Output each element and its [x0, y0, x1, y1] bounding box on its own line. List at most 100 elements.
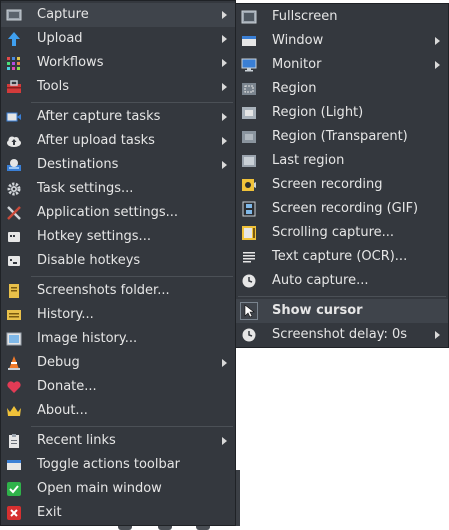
after-capture-icon [6, 109, 22, 125]
cursor-icon [240, 302, 258, 320]
menu-item-workflows[interactable]: Workflows [1, 51, 235, 75]
menu-item-upload[interactable]: Upload [1, 27, 235, 51]
submenu-arrow-icon [435, 331, 440, 339]
submenu-item-label: Show cursor [272, 303, 363, 318]
menu-item-screenshots-folder[interactable]: Screenshots folder... [1, 279, 235, 303]
menu-item-image-history[interactable]: Image history... [1, 327, 235, 351]
menu-item-donate[interactable]: Donate... [1, 375, 235, 399]
menu-item-destinations[interactable]: Destinations [1, 153, 235, 177]
submenu-item-text-capture-ocr[interactable]: Text capture (OCR)... [236, 245, 448, 269]
submenu-arrow-icon [222, 35, 227, 43]
submenu-item-label: Screenshot delay: 0s [272, 327, 408, 342]
menu-item-label: Donate... [37, 379, 97, 394]
submenu-item-screen-recording-gif[interactable]: Screen recording (GIF) [236, 197, 448, 221]
submenu-arrow-icon [222, 161, 227, 169]
menu-item-history[interactable]: History... [1, 303, 235, 327]
menu-item-disable-hotkeys[interactable]: Disable hotkeys [1, 249, 235, 273]
monitor-icon [241, 57, 257, 73]
menu-item-about[interactable]: About... [1, 399, 235, 423]
menu-item-debug[interactable]: Debug [1, 351, 235, 375]
submenu-item-label: Auto capture... [272, 273, 369, 288]
menu-separator [31, 276, 233, 277]
menu-separator [238, 296, 446, 297]
menu-item-open-main-window[interactable]: Open main window [1, 477, 235, 501]
submenu-item-label: Text capture (OCR)... [272, 249, 408, 264]
submenu-item-last-region[interactable]: Last region [236, 149, 448, 173]
submenu-item-label: Region (Light) [272, 105, 364, 120]
image-history-icon [6, 331, 22, 347]
cloud-upload-icon [6, 133, 22, 149]
menu-item-label: Tools [37, 79, 70, 94]
menu-item-after-upload-tasks[interactable]: After upload tasks [1, 129, 235, 153]
submenu-arrow-icon [222, 59, 227, 67]
submenu-item-fullscreen[interactable]: Fullscreen [236, 5, 448, 29]
submenu-item-monitor[interactable]: Monitor [236, 53, 448, 77]
ocr-icon [241, 249, 257, 265]
submenu-item-region-light[interactable]: Region (Light) [236, 101, 448, 125]
menu-item-label: Recent links [37, 433, 116, 448]
menu-item-label: Exit [37, 505, 62, 520]
submenu-item-region-transparent[interactable]: Region (Transparent) [236, 125, 448, 149]
submenu-item-label: Scrolling capture... [272, 225, 395, 240]
menu-item-after-capture-tasks[interactable]: After capture tasks [1, 105, 235, 129]
submenu-item-auto-capture[interactable]: Auto capture... [236, 269, 448, 293]
menu-item-label: Open main window [37, 481, 162, 496]
workflows-grid-icon [6, 55, 22, 71]
menu-separator [31, 102, 233, 103]
submenu-item-show-cursor[interactable]: Show cursor [236, 299, 448, 323]
last-region-icon [241, 153, 257, 169]
menu-item-toggle-actions-toolbar[interactable]: Toggle actions toolbar [1, 453, 235, 477]
menu-item-label: Screenshots folder... [37, 283, 170, 298]
menu-item-task-settings[interactable]: Task settings... [1, 177, 235, 201]
submenu-item-scrolling-capture[interactable]: Scrolling capture... [236, 221, 448, 245]
submenu-arrow-icon [222, 113, 227, 121]
menu-item-capture[interactable]: Capture [1, 3, 235, 27]
submenu-item-label: Screen recording (GIF) [272, 201, 419, 216]
keyboard-disabled-icon [6, 253, 22, 269]
menu-item-recent-links[interactable]: Recent links [1, 429, 235, 453]
submenu-arrow-icon [222, 359, 227, 367]
region-transparent-icon [241, 129, 257, 145]
submenu-item-screenshot-delay[interactable]: Screenshot delay: 0s [236, 323, 448, 347]
submenu-item-region[interactable]: Region [236, 77, 448, 101]
tray-context-menu: Capture Upload Workflows Tools After cap… [0, 0, 236, 526]
submenu-item-label: Monitor [272, 57, 322, 72]
menu-item-tools[interactable]: Tools [1, 75, 235, 99]
region-light-icon [241, 105, 257, 121]
submenu-item-label: Window [272, 33, 324, 48]
menu-item-label: Capture [37, 7, 89, 22]
folder-icon [6, 283, 22, 299]
submenu-arrow-icon [222, 437, 227, 445]
scrolling-capture-icon [241, 225, 257, 241]
menu-item-label: Disable hotkeys [37, 253, 141, 268]
menu-item-label: Upload [37, 31, 83, 46]
menu-item-label: About... [37, 403, 88, 418]
clock-delay-icon [241, 327, 257, 343]
submenu-item-label: Last region [272, 153, 345, 168]
traffic-cone-icon [6, 355, 22, 371]
wrench-screwdriver-icon [6, 205, 22, 221]
submenu-item-label: Region [272, 81, 317, 96]
menu-separator [31, 426, 233, 427]
capture-icon [6, 7, 22, 23]
destinations-icon [6, 157, 22, 173]
menu-item-label: Toggle actions toolbar [37, 457, 181, 472]
submenu-arrow-icon [435, 37, 440, 45]
submenu-item-screen-recording[interactable]: Screen recording [236, 173, 448, 197]
menu-item-application-settings[interactable]: Application settings... [1, 201, 235, 225]
submenu-item-window[interactable]: Window [236, 29, 448, 53]
submenu-item-label: Fullscreen [272, 9, 338, 24]
menu-item-label: Destinations [37, 157, 119, 172]
fullscreen-icon [241, 9, 257, 25]
keyboard-icon [6, 229, 22, 245]
gear-icon [6, 181, 22, 197]
submenu-arrow-icon [222, 11, 227, 19]
menu-item-exit[interactable]: Exit [1, 501, 235, 525]
film-gif-icon [241, 201, 257, 217]
green-check-icon [6, 481, 22, 497]
submenu-arrow-icon [435, 61, 440, 69]
red-x-icon [6, 505, 22, 521]
menu-item-label: After upload tasks [37, 133, 155, 148]
region-icon [241, 81, 257, 97]
menu-item-hotkey-settings[interactable]: Hotkey settings... [1, 225, 235, 249]
